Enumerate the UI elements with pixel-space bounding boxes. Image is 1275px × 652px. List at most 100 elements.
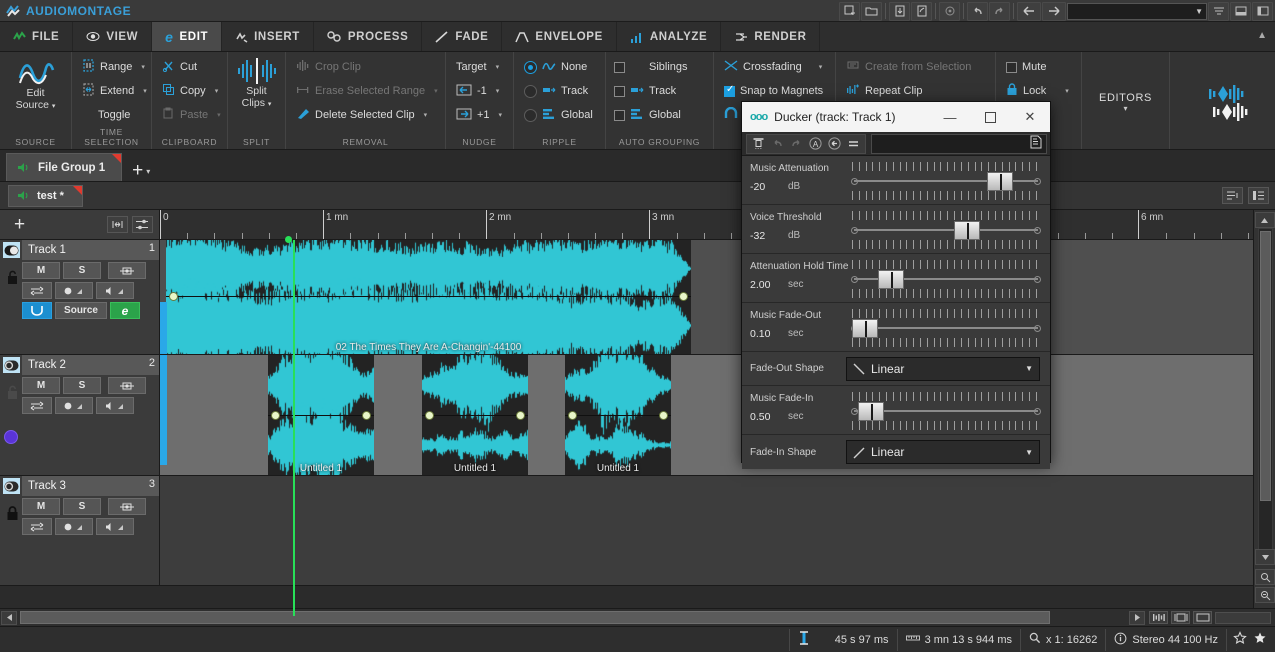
checkbox-indicator[interactable] <box>1006 62 1017 73</box>
envelope-handle[interactable] <box>659 411 668 420</box>
music-fade-out-slider[interactable] <box>852 309 1040 347</box>
track-settings-button[interactable] <box>132 216 153 233</box>
record-button[interactable] <box>939 2 960 21</box>
star-outline-icon[interactable] <box>1233 631 1247 648</box>
list-view-button[interactable] <box>1248 187 1269 204</box>
compare-arrow-icon[interactable] <box>826 135 843 152</box>
chevron-down-icon[interactable]: ▾ <box>143 87 147 95</box>
split-clips-button[interactable]: Split Clips ▾ <box>234 56 279 109</box>
slider-thumb[interactable] <box>858 402 884 421</box>
chevron-down-icon[interactable]: ▾ <box>1065 87 1069 95</box>
track-selection-marker[interactable] <box>160 302 167 354</box>
tab-envelope[interactable]: ENVELOPE <box>502 22 616 51</box>
routing-button[interactable] <box>22 397 52 414</box>
auto-group-track-check[interactable]: Track <box>612 80 692 102</box>
source-button[interactable]: Source <box>55 302 107 319</box>
routing-button[interactable] <box>22 518 52 535</box>
tab-render[interactable]: RENDER <box>721 22 820 51</box>
ducker-dialog[interactable]: ooo Ducker (track: Track 1) — ✕ A <box>741 101 1051 463</box>
close-button[interactable]: ✕ <box>1010 102 1050 132</box>
range-button[interactable]: Range ▾ <box>78 56 151 78</box>
track-lane-3[interactable] <box>160 476 1275 586</box>
track-lane-2[interactable]: Untitled 1 Untitled 1 Untitled 1 <box>160 355 1275 476</box>
slider-thumb[interactable] <box>954 221 980 240</box>
open-file-button[interactable] <box>861 2 882 21</box>
fit-tracks-button[interactable] <box>107 216 128 233</box>
scroll-up-button[interactable] <box>1255 212 1275 228</box>
tab-view[interactable]: VIEW <box>73 22 152 51</box>
checkbox-indicator[interactable] <box>724 86 735 97</box>
equals-lines-icon[interactable] <box>845 135 862 152</box>
lock-open-icon[interactable] <box>3 383 21 401</box>
slider-thumb[interactable] <box>852 319 878 338</box>
auto-group-global-check[interactable]: Global <box>612 104 692 126</box>
volume-button[interactable] <box>96 397 134 414</box>
radio-indicator[interactable] <box>524 61 537 74</box>
new-file-button[interactable] <box>839 2 860 21</box>
scroll-left-button[interactable] <box>1 611 17 625</box>
clip-track2-2[interactable]: Untitled 1 <box>422 355 528 475</box>
nudge-target-button[interactable]: Target ▾ <box>452 56 506 78</box>
cut-button[interactable]: Cut <box>158 56 225 78</box>
lock-open-icon[interactable] <box>3 268 21 286</box>
tab-fade[interactable]: FADE <box>422 22 502 51</box>
view-fit-button[interactable] <box>1171 611 1190 624</box>
maximize-button[interactable] <box>970 102 1010 132</box>
ripple-global-radio[interactable]: Global <box>520 104 597 126</box>
crossfading-button[interactable]: Crossfading ▾ <box>720 56 827 78</box>
zoom-cell[interactable]: x 1: 16262 <box>1020 629 1105 651</box>
ripple-none-radio[interactable]: None <box>520 56 597 78</box>
param-value[interactable]: 0.10 <box>750 328 770 340</box>
tab-edit[interactable]: e EDIT <box>152 22 222 51</box>
track-off-toggle-icon[interactable] <box>3 478 20 494</box>
cursor-handle[interactable] <box>285 236 292 243</box>
auto-group-siblings-check[interactable]: Siblings <box>612 56 692 78</box>
slider-thumb[interactable] <box>987 172 1013 191</box>
tab-process[interactable]: PROCESS <box>314 22 422 51</box>
zoom-in-button[interactable] <box>1255 569 1275 585</box>
save-button[interactable] <box>889 2 910 21</box>
minimize-panel-button[interactable] <box>1230 2 1251 21</box>
track-panel-3[interactable]: Track 3 3 M S <box>0 476 160 586</box>
param-value[interactable]: 2.00 <box>750 279 770 291</box>
workspace-layout-button[interactable] <box>1208 2 1229 21</box>
fade-in-shape-select[interactable]: Linear ▼ <box>846 440 1040 464</box>
ducker-title-bar[interactable]: ooo Ducker (track: Track 1) — ✕ <box>742 102 1050 132</box>
attenuation-hold-time-slider[interactable] <box>852 260 1040 298</box>
track-lane-1[interactable]: 02 The Times They Are A-Changin'-44100 <box>160 240 1275 355</box>
zoom-out-button[interactable] <box>1255 587 1275 603</box>
reset-preset-button[interactable] <box>750 135 767 152</box>
delete-selected-clip-button[interactable]: Delete Selected Clip ▾ <box>292 104 442 126</box>
add-track-button[interactable]: + <box>14 217 25 233</box>
monitor-button[interactable] <box>108 498 146 515</box>
preset-field[interactable] <box>871 134 1047 154</box>
effects-e-button[interactable]: e <box>110 302 140 319</box>
copy-button[interactable]: Copy ▾ <box>158 80 225 102</box>
solo-button[interactable]: S <box>63 377 101 394</box>
param-value[interactable]: -20 <box>750 181 765 193</box>
envelope-handle[interactable] <box>568 411 577 420</box>
chevron-down-icon[interactable]: ▾ <box>146 167 150 176</box>
chevron-down-icon[interactable]: ▼ <box>1025 364 1033 373</box>
volume-button[interactable] <box>96 282 134 299</box>
lock-button[interactable]: Lock ▾ <box>1002 80 1073 102</box>
track-title[interactable]: Track 2 2 <box>22 355 159 375</box>
scrollbar-thumb[interactable] <box>1260 231 1271 501</box>
track-off-toggle-icon[interactable] <box>3 357 20 373</box>
vertical-scrollbar[interactable] <box>1258 228 1273 550</box>
tab-analyze[interactable]: ANALYZE <box>617 22 721 51</box>
voice-threshold-slider[interactable] <box>852 211 1040 249</box>
chevron-down-icon[interactable]: ▾ <box>141 63 145 71</box>
chevron-down-icon[interactable]: ▾ <box>499 111 503 119</box>
slider-thumb[interactable] <box>878 270 904 289</box>
chevron-down-icon[interactable]: ▾ <box>496 63 500 71</box>
repeat-clip-button[interactable]: Repeat Clip <box>842 80 975 102</box>
record-level-button[interactable] <box>55 397 93 414</box>
scroll-right-button[interactable] <box>1129 611 1145 625</box>
file-group-tab[interactable]: File Group 1 <box>6 153 122 181</box>
chevron-down-icon[interactable]: ▾ <box>496 87 500 95</box>
nudge-right-button[interactable]: +1 ▾ <box>452 104 506 126</box>
preset-list-icon[interactable] <box>1029 135 1042 152</box>
mute-button[interactable]: M <box>22 377 60 394</box>
snap-to-magnets-check[interactable]: Snap to Magnets <box>720 80 827 102</box>
